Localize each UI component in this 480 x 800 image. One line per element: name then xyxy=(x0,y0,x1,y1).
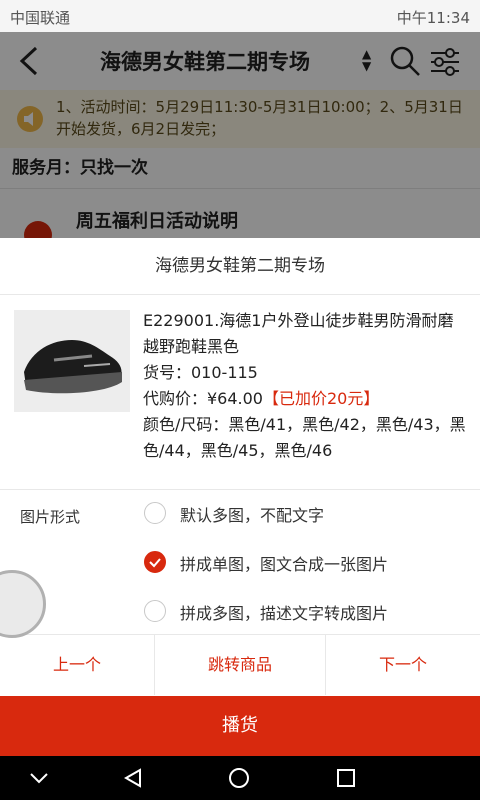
broadcast-button[interactable]: 播货 xyxy=(0,696,480,756)
image-mode-option-multi[interactable]: 拼成多图，描述文字转成图片 xyxy=(144,594,464,630)
status-bar: 中国联通 中午11:34 xyxy=(0,0,480,32)
sheet-title: 海德男女鞋第二期专场 xyxy=(155,256,325,276)
next-button[interactable]: 下一个 xyxy=(326,635,480,695)
product-price: 代购价：¥64.00【已加价20元】 xyxy=(143,386,468,412)
product-info: E229001.海德1户外登山徒步鞋男防滑耐磨越野跑鞋黑色 货号：010-115… xyxy=(143,308,468,464)
dim-overlay[interactable] xyxy=(0,32,480,238)
option-label: 拼成多图，描述文字转成图片 xyxy=(180,604,389,623)
goto-product-button[interactable]: 跳转商品 xyxy=(155,635,325,695)
image-mode-option-single[interactable]: 拼成单图，图文合成一张图片 xyxy=(144,545,464,581)
chevron-down-icon[interactable] xyxy=(28,770,50,786)
price-label: 代购价：¥64.00 xyxy=(143,389,263,408)
option-label: 默认多图，不配文字 xyxy=(180,506,325,525)
prev-button[interactable]: 上一个 xyxy=(0,635,154,695)
system-nav-bar xyxy=(0,756,480,800)
carrier-label: 中国联通 xyxy=(10,9,71,27)
image-mode-option-default[interactable]: 默认多图，不配文字 xyxy=(144,496,464,532)
radio-unchecked-icon[interactable] xyxy=(144,502,166,524)
image-mode-label: 图片形式 xyxy=(20,508,81,526)
navigation-row: 上一个 跳转商品 下一个 xyxy=(0,634,480,695)
radio-checked-icon[interactable] xyxy=(144,551,166,573)
home-circle-icon[interactable] xyxy=(228,767,250,789)
price-note: 【已加价20元】 xyxy=(263,389,380,408)
clock: 中午11:34 xyxy=(396,9,470,27)
broadcast-sheet: 海德男女鞋第二期专场 E229001.海德1户外登山徒步鞋男防滑耐磨越野跑鞋黑色… xyxy=(0,238,480,756)
option-label: 拼成单图，图文合成一张图片 xyxy=(180,555,389,574)
radio-unchecked-icon[interactable] xyxy=(144,600,166,622)
product-card: E229001.海德1户外登山徒步鞋男防滑耐磨越野跑鞋黑色 货号：010-115… xyxy=(0,294,480,490)
product-image xyxy=(14,310,130,412)
product-name: E229001.海德1户外登山徒步鞋男防滑耐磨越野跑鞋黑色 xyxy=(143,311,454,356)
product-variants: 颜色/尺码：黑色/41，黑色/42，黑色/43，黑色/44，黑色/45，黑色/4… xyxy=(143,415,466,460)
recents-square-icon[interactable] xyxy=(336,768,356,788)
back-triangle-icon[interactable] xyxy=(122,767,144,789)
product-sku: 货号：010-115 xyxy=(143,363,258,382)
